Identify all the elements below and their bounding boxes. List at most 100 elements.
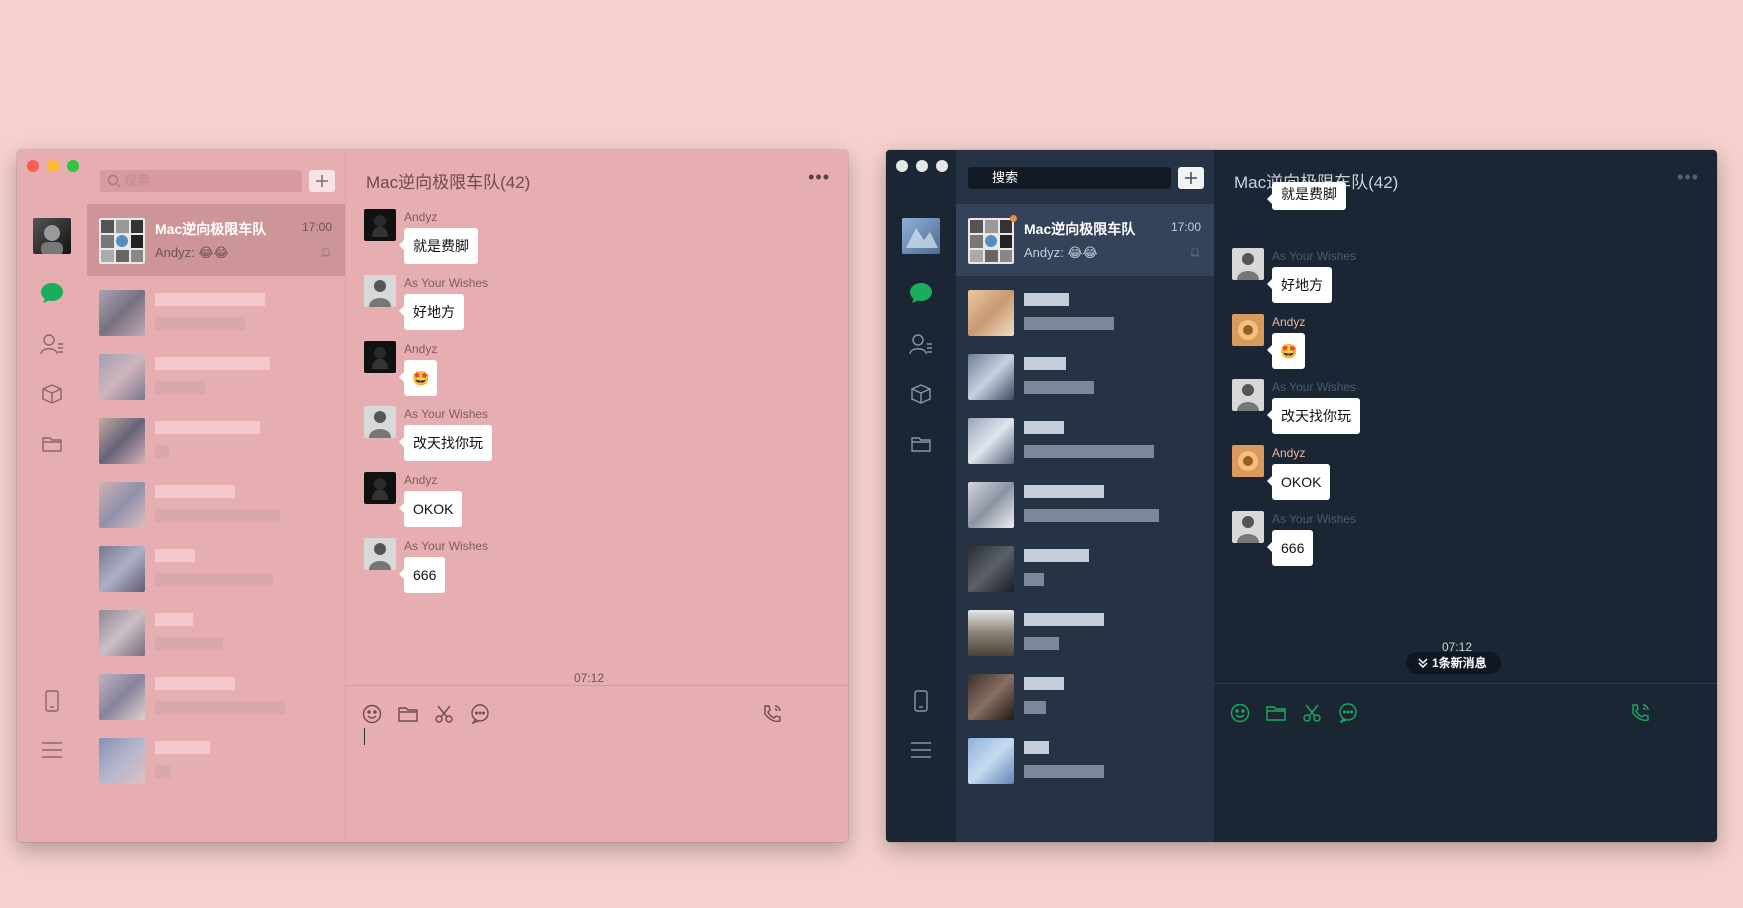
sender-name: As Your Wishes [1272,380,1357,394]
blurred-avatar [99,418,145,464]
message-bubble[interactable]: 就是费脚 [399,228,478,264]
conversation-item[interactable] [956,596,1214,668]
folder-icon[interactable] [1264,701,1288,725]
self-avatar[interactable] [33,218,71,254]
scissors-icon[interactable] [432,702,456,726]
add-button[interactable] [1178,167,1204,189]
close-button[interactable] [896,160,908,172]
chat-bubble-icon[interactable] [1336,701,1360,725]
box-icon[interactable] [908,381,934,407]
add-button[interactable] [309,170,335,192]
blurred-text [1024,357,1068,370]
chat-icon[interactable] [39,280,65,306]
conversation-item[interactable] [956,340,1214,412]
blurred-text [1024,677,1066,690]
message-bubble[interactable]: 666 [1266,530,1314,566]
box-icon[interactable] [39,381,65,407]
blurred-avatar [99,546,145,592]
phone-icon[interactable] [39,688,65,714]
conversation-item[interactable] [956,276,1214,348]
folder-icon[interactable] [396,702,420,726]
message: Andyz 🤩 [1232,314,1652,384]
blurred-text [1024,549,1091,562]
conversation-item[interactable] [87,404,345,476]
conversation-item[interactable] [956,724,1214,796]
zoom-button[interactable] [936,160,948,172]
sender-avatar[interactable] [1232,511,1264,543]
sender-name: As Your Wishes [404,539,489,553]
sender-avatar[interactable] [364,341,396,373]
message-bubble[interactable]: 🤩 [1266,333,1306,369]
sender-avatar[interactable] [364,538,396,570]
chat-icon[interactable] [908,280,934,306]
conversation-item-active[interactable]: Mac逆向极限车队 17:00 Andyz: 😂😂 [956,204,1214,276]
conversation-item[interactable] [956,532,1214,604]
message-bubble[interactable]: 666 [398,557,446,593]
blurred-text [155,613,195,626]
window-controls [27,160,79,172]
sender-avatar[interactable] [1232,445,1264,477]
blurred-avatar [99,482,145,528]
blurred-avatar [968,354,1014,400]
sender-avatar[interactable] [364,275,396,307]
blurred-text [1024,701,1048,714]
more-options-button[interactable]: ••• [808,168,830,186]
conversation-item[interactable] [87,660,345,732]
contacts-icon[interactable] [39,331,65,357]
conversation-item[interactable] [87,276,345,348]
phone-icon[interactable] [908,688,934,714]
minimize-button[interactable] [916,160,928,172]
message-bubble[interactable]: 🤩 [398,360,438,396]
blurred-text [155,701,287,714]
folder-icon[interactable] [39,431,65,457]
group-avatar [968,218,1014,264]
dark-window: 搜索 Mac逆向极限车队 17:00 Andyz: 😂😂 ••• 就是费脚 As… [886,150,1717,842]
conversation-item[interactable] [87,596,345,668]
conversation-item[interactable] [956,660,1214,732]
conversation-item[interactable] [87,340,345,412]
more-options-button[interactable]: ••• [1677,168,1699,186]
message: Andyz 🤩 [364,341,784,411]
message-bubble[interactable]: 改天找你玩 [1267,398,1360,434]
conversation-item[interactable] [87,532,345,604]
sender-avatar[interactable] [364,209,396,241]
message-bubble[interactable]: 改天找你玩 [399,425,492,461]
chat-bubble-icon[interactable] [468,702,492,726]
blurred-text [1024,293,1071,306]
conversation-item[interactable] [87,724,345,796]
contacts-icon[interactable] [908,331,934,357]
sender-avatar[interactable] [1232,314,1264,346]
text-input-caret[interactable] [364,728,365,745]
emoji-icon[interactable] [1228,701,1252,725]
search-input[interactable]: 搜索 [100,170,302,192]
self-avatar[interactable] [902,218,940,254]
zoom-button[interactable] [67,160,79,172]
conversation-item[interactable] [956,468,1214,540]
message-bubble[interactable]: OKOK [1266,464,1331,500]
conversation-item[interactable] [956,404,1214,476]
message: As Your Wishes 改天找你玩 [364,406,784,476]
conversation-item[interactable] [87,468,345,540]
plus-icon [316,175,328,187]
voice-call-icon[interactable] [1628,701,1652,725]
emoji-icon[interactable] [360,702,384,726]
sender-avatar[interactable] [364,472,396,504]
scissors-icon[interactable] [1300,701,1324,725]
sender-avatar[interactable] [1232,379,1264,411]
minimize-button[interactable] [47,160,59,172]
message-bubble[interactable]: OKOK [398,491,463,527]
message-bubble[interactable]: 好地方 [399,294,464,330]
message-bubble[interactable]: 好地方 [1267,267,1332,303]
sender-avatar[interactable] [364,406,396,438]
sender-avatar[interactable] [1232,248,1264,280]
menu-icon[interactable] [39,737,65,763]
pink-chat-pane: Mac逆向极限车队(42) ••• Andyz 就是费脚 As Your Wis… [345,150,848,842]
voice-call-icon[interactable] [760,702,784,726]
conversation-item-active[interactable]: Mac逆向极限车队 17:00 Andyz: 😂😂 [87,204,345,276]
search-input[interactable]: 搜索 [968,167,1171,189]
close-button[interactable] [27,160,39,172]
new-message-indicator[interactable]: 1条新消息 [1406,652,1501,674]
menu-icon[interactable] [908,737,934,763]
folder-icon[interactable] [908,431,934,457]
message-bubble[interactable]: 就是费脚 [1267,182,1346,210]
